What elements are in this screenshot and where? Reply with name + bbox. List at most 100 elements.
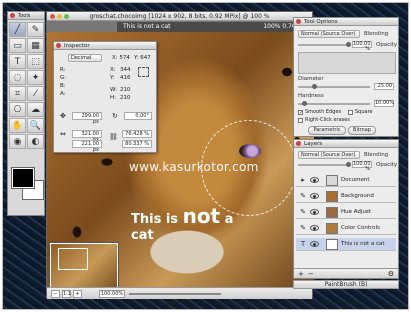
layer-options-icon[interactable]: ⚙ [388, 270, 394, 278]
inspector-h-value: 210 [120, 95, 131, 101]
inspector-x2-label: X: [110, 67, 116, 73]
position-field[interactable]: 299.00 px [72, 112, 102, 125]
close-icon[interactable] [296, 141, 301, 146]
layer-thumbnail [326, 191, 338, 202]
hint-constrain-text: Constrain proportions [213, 300, 279, 307]
pencil-icon[interactable]: ✎ [27, 22, 44, 37]
inspector-y2-value: 416 [120, 75, 131, 81]
opacity-slider-knob[interactable] [346, 42, 351, 47]
clone-icon[interactable]: ⎔ [9, 102, 26, 117]
layer-blend-mode-select[interactable]: Normal (Source Over) [298, 151, 360, 159]
height-percent-field[interactable]: 80.337 % [122, 140, 152, 148]
layers-title: Layers [304, 141, 323, 147]
close-icon[interactable] [296, 19, 301, 24]
opacity-value[interactable]: 100.00 % [352, 41, 372, 52]
text-icon[interactable]: T [9, 54, 26, 69]
screenshot-frame: Tools ╱ ✎ ▭ ▦ T ⬚ ◌ ✦ ⌗ ⁄ ⎔ ☁ ✋ 🔍 ◉ ◐ groschat.chocoimg… [2, 2, 409, 310]
hint-bar: Add to selection: ⇧ Constrain proportion… [46, 299, 399, 309]
window-controls [50, 14, 69, 19]
inspector-b: B: [60, 83, 66, 89]
zoom-in-icon[interactable]: + [73, 290, 82, 298]
inspector-y: Y: 647 [134, 55, 151, 61]
hardness-value[interactable]: 10.00% [374, 100, 394, 107]
diameter-value[interactable]: 25.00 [374, 83, 394, 90]
hint-constrain: ⇧ Constrain proportions [206, 300, 279, 307]
document-statusbar: − 1:1 + 100.00% [47, 287, 312, 299]
height-field[interactable]: 221.00 px [72, 140, 102, 153]
close-icon[interactable] [56, 43, 61, 48]
visibility-eye-icon[interactable] [310, 209, 319, 215]
layer-opacity-value[interactable]: 100.00 % [352, 161, 372, 172]
width-field[interactable]: 321.00 px [72, 130, 102, 143]
tools-title: Tools [18, 13, 31, 19]
visibility-eye-icon[interactable] [310, 225, 319, 231]
close-icon[interactable] [10, 13, 15, 18]
zoom-window-icon[interactable] [64, 14, 69, 19]
diameter-slider[interactable] [298, 86, 370, 88]
foreground-color-swatch[interactable] [11, 167, 35, 189]
actual-size-icon[interactable]: 1:1 [62, 290, 71, 298]
right-click-erases-checkbox[interactable]: Right-Click erases [298, 117, 350, 123]
zoom-field[interactable]: 100.00% [99, 290, 125, 298]
opacity-label: Opacity [376, 42, 398, 48]
crop-icon[interactable]: ⌗ [9, 86, 26, 101]
inspector-titlebar[interactable]: Inspector [54, 42, 156, 50]
navigator-viewport-box[interactable] [58, 248, 88, 270]
visibility-eye-icon[interactable] [310, 193, 319, 199]
square-checkbox[interactable]: Square [348, 109, 373, 115]
layer-row[interactable]: ✎ Color Controls [296, 222, 396, 235]
layer-row[interactable]: ▸ Document [296, 174, 396, 187]
text-layer-content[interactable]: This is not a cat [131, 204, 251, 243]
hardness-slider-knob[interactable] [302, 101, 307, 106]
tools-titlebar[interactable]: Tools [8, 12, 44, 20]
remove-layer-icon[interactable]: − [308, 270, 314, 278]
link-proportions-icon[interactable]: ⛓ [109, 133, 118, 141]
parametric-tab[interactable]: Parametric [308, 126, 346, 135]
document-title: groschat.chocoimg [1024 x 902, 8 bits, 0… [89, 13, 270, 20]
lasso-icon[interactable]: ◌ [9, 70, 26, 85]
selection-preview-icon [138, 67, 149, 77]
layer-row[interactable]: ✎ Hue Adjust [296, 206, 396, 219]
inspector-x2-value: 344 [120, 67, 131, 73]
marquee-icon[interactable]: ⬚ [27, 54, 44, 69]
navigator-thumbnail[interactable] [49, 242, 119, 287]
minimize-window-icon[interactable] [57, 14, 62, 19]
eraser-icon[interactable]: ▭ [9, 38, 26, 53]
visibility-eye-icon[interactable] [310, 241, 319, 247]
layer-row[interactable]: T This is not a cat [296, 238, 396, 251]
width-percent-field[interactable]: 76.428 % [122, 130, 152, 138]
gradient-icon[interactable]: ▦ [27, 38, 44, 53]
smooth-edges-checkbox[interactable]: ✓ Smooth Edges [298, 109, 341, 115]
fill-icon[interactable]: ◉ [9, 134, 26, 149]
opacity-slider[interactable] [298, 44, 350, 46]
hand-icon[interactable]: ✋ [9, 118, 26, 133]
hardness-slider[interactable] [298, 103, 370, 105]
text-layer-icon: T [300, 240, 306, 248]
visibility-eye-icon[interactable] [310, 177, 319, 183]
brush-layer-icon: ✎ [300, 208, 306, 216]
overlay-prefix: This is [131, 212, 179, 227]
document-titlebar[interactable]: groschat.chocoimg [1024 x 902, 8 bits, 0… [47, 12, 312, 21]
inspector-mode-select[interactable]: Decimal [68, 54, 102, 62]
diameter-slider-knob[interactable] [312, 84, 317, 89]
zoom-out-icon[interactable]: − [51, 290, 60, 298]
layers-titlebar[interactable]: Layers [294, 140, 398, 148]
bitmap-tab[interactable]: Bitmap [348, 126, 376, 135]
tool-options-title: Tool Options [304, 19, 338, 25]
smudge-icon[interactable]: ☁ [27, 102, 44, 117]
dodge-icon[interactable]: ◐ [27, 134, 44, 149]
layer-opacity-knob[interactable] [346, 162, 351, 167]
brush-blend-mode-select[interactable]: Normal (Source Over) [298, 30, 360, 38]
tool-options-titlebar[interactable]: Tool Options [294, 18, 398, 26]
layer-row[interactable]: ✎ Background [296, 190, 396, 203]
overlay-big-word: not [182, 204, 221, 228]
zoom-slider[interactable] [129, 293, 221, 295]
eyedropper-icon[interactable]: ⁄ [27, 86, 44, 101]
angle-field[interactable]: 0.00° [124, 112, 152, 120]
add-layer-icon[interactable]: + [298, 270, 304, 278]
brush-icon[interactable]: ╱ [9, 22, 26, 37]
wand-icon[interactable]: ✦ [27, 70, 44, 85]
zoom-icon[interactable]: 🔍 [27, 118, 44, 133]
close-window-icon[interactable] [50, 14, 55, 19]
layer-opacity-slider[interactable] [298, 164, 350, 166]
